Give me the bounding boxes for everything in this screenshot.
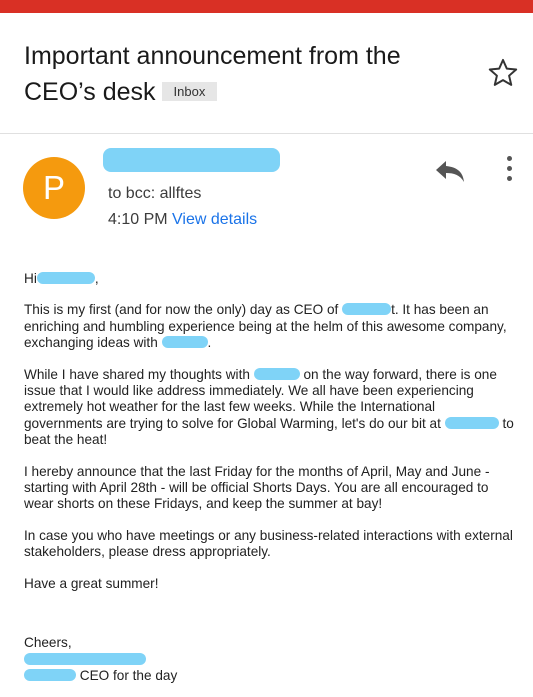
time-line: 4:10 PM View details [108, 211, 257, 229]
greeting: Hi, [24, 271, 99, 286]
redacted-name [161, 336, 208, 349]
sent-time: 4:10 PM [108, 211, 168, 228]
reply-icon[interactable] [434, 158, 466, 184]
header-divider [0, 133, 533, 134]
paragraph-4: In case you who have meetings or any bus… [24, 527, 513, 560]
email-subject: Important announcement from the CEO’s de… [24, 38, 464, 110]
signature-title: CEO for the day [24, 668, 177, 685]
redacted-name [24, 652, 146, 665]
top-bar [0, 0, 533, 13]
paragraph-2: While I have shared my thoughts with on … [24, 366, 514, 448]
signature: Cheers, CEO for the day [24, 635, 177, 685]
redacted-company [342, 303, 392, 316]
inbox-label-badge[interactable]: Inbox [161, 82, 218, 101]
recipient-line: to bcc: allftes [108, 185, 202, 202]
redacted-name [36, 272, 95, 284]
paragraph-5: Have a great summer! [24, 575, 159, 591]
paragraph-3: I hereby announce that the last Friday f… [24, 463, 490, 512]
redacted-company [24, 669, 76, 681]
paragraph-1: This is my first (and for now the only) … [24, 302, 507, 351]
sender-avatar[interactable]: P [23, 157, 85, 219]
message-body: Hi, This is my first (and for now the on… [24, 271, 516, 607]
redacted-company [444, 416, 499, 429]
star-icon[interactable] [486, 56, 520, 90]
view-details-link[interactable]: View details [172, 211, 257, 228]
redacted-name [253, 367, 300, 380]
redacted-sender-name [103, 148, 280, 172]
signature-name [24, 652, 177, 669]
more-options-icon[interactable] [502, 156, 516, 186]
closing: Cheers, [24, 635, 72, 650]
